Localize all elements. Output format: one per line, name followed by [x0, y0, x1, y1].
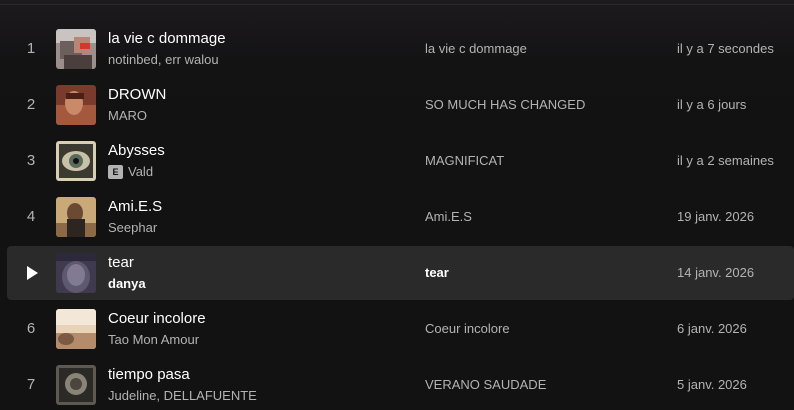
artist-link[interactable]: Vald [128, 164, 153, 179]
track-album[interactable]: VERANO SAUDADE [425, 358, 546, 410]
track-row-active[interactable]: tear danya tear 14 janv. 2026 [7, 246, 794, 300]
divider [0, 4, 794, 5]
track-artists: E Vald [108, 164, 153, 179]
track-row[interactable]: 2 DROWN MARO SO MUCH HAS CHANGED il y a … [7, 78, 794, 132]
track-row[interactable]: 1 la vie c dommage notinbed, err walou l… [7, 22, 794, 76]
date-added: il y a 2 semaines [677, 153, 774, 168]
track-album[interactable]: la vie c dommage [425, 22, 527, 76]
track-album[interactable]: SO MUCH HAS CHANGED [425, 78, 585, 132]
track-index: 7 [26, 376, 36, 393]
artist-link[interactable]: notinbed, err walou [108, 52, 219, 67]
track-artists: Judeline, DELLAFUENTE [108, 388, 257, 403]
track-title[interactable]: Abysses [108, 142, 165, 159]
track-artists: MARO [108, 108, 147, 123]
artist-link[interactable]: MARO [108, 108, 147, 123]
track-index: 2 [26, 96, 36, 113]
track-title[interactable]: Coeur incolore [108, 310, 206, 327]
track-artists: Seephar [108, 220, 157, 235]
track-index: 4 [26, 208, 36, 225]
track-artists: Tao Mon Amour [108, 332, 199, 347]
date-added: 19 janv. 2026 [677, 209, 755, 224]
date-added: il y a 7 secondes [677, 41, 774, 56]
track-album[interactable]: Coeur incolore [425, 302, 510, 356]
explicit-badge: E [108, 164, 123, 179]
track-album[interactable]: MAGNIFICAT [425, 134, 504, 188]
track-row[interactable]: 7 tiempo pasa Judeline, DELLAFUENTE VERA… [7, 358, 794, 410]
album-cover [56, 85, 96, 125]
date-added: 14 janv. 2026 [677, 265, 755, 280]
track-row[interactable]: 3 Abysses E Vald MAGNIFICAT il y a 2 sem… [7, 134, 794, 188]
play-icon[interactable] [27, 266, 38, 280]
artist-link[interactable]: danya [108, 276, 146, 291]
artist-link[interactable]: Seephar [108, 220, 157, 235]
track-title[interactable]: Ami.E.S [108, 198, 162, 215]
track-title[interactable]: tiempo pasa [108, 366, 190, 383]
artist-link[interactable]: Judeline, DELLAFUENTE [108, 388, 257, 403]
track-album[interactable]: Ami.E.S [425, 190, 472, 244]
date-added: il y a 6 jours [677, 97, 747, 112]
album-cover [56, 141, 96, 181]
track-artists: notinbed, err walou [108, 52, 219, 67]
track-title[interactable]: DROWN [108, 86, 166, 103]
playlist-page: 1 la vie c dommage notinbed, err walou l… [0, 0, 794, 410]
album-cover [56, 29, 96, 69]
album-cover [56, 365, 96, 405]
track-row[interactable]: 4 Ami.E.S Seephar Ami.E.S 19 janv. 2026 [7, 190, 794, 244]
artist-link[interactable]: Tao Mon Amour [108, 332, 199, 347]
date-added: 5 janv. 2026 [677, 377, 747, 392]
track-album[interactable]: tear [425, 246, 449, 300]
album-cover [56, 309, 96, 349]
track-artists: danya [108, 276, 146, 291]
track-row[interactable]: 6 Coeur incolore Tao Mon Amour Coeur inc… [7, 302, 794, 356]
track-index: 3 [26, 152, 36, 169]
album-cover [56, 197, 96, 237]
track-index: 1 [26, 40, 36, 57]
track-title[interactable]: tear [108, 254, 134, 271]
date-added: 6 janv. 2026 [677, 321, 747, 336]
track-title[interactable]: la vie c dommage [108, 30, 226, 47]
track-index: 6 [26, 320, 36, 337]
album-cover [56, 253, 96, 293]
